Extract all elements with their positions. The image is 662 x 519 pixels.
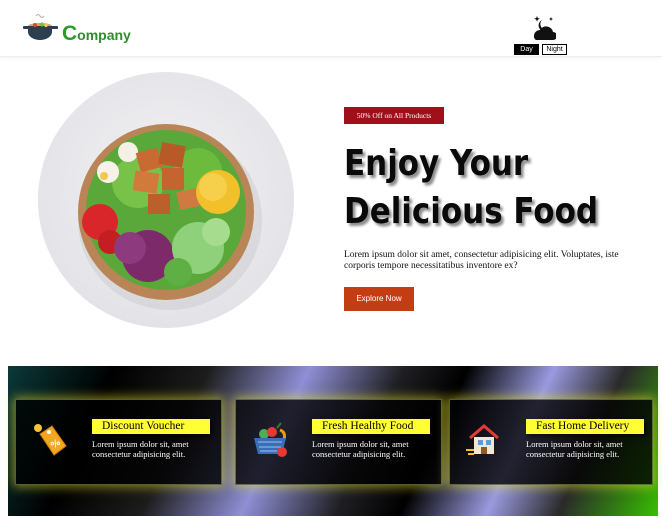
night-mode-button[interactable]: Night	[542, 44, 567, 55]
feature-text: Lorem ipsum dolor sit, amet consectetur …	[92, 439, 189, 459]
feature-card-delivery: Fast Home Delivery Lorem ipsum dolor sit…	[449, 399, 653, 485]
site-header: Company Day Night	[0, 0, 662, 57]
discount-badge: 50% Off on All Products	[344, 107, 444, 124]
day-mode-button[interactable]: Day	[514, 44, 539, 55]
feature-text: Lorem ipsum dolor sit, amet consectetur …	[526, 439, 623, 459]
home-delivery-icon	[464, 420, 504, 460]
feature-card-discount: % Discount Voucher Lorem ipsum dolor sit…	[15, 399, 222, 485]
cooking-pot-icon	[22, 12, 60, 49]
discount-tag-icon: %	[30, 420, 70, 460]
moon-stars-icon	[530, 14, 557, 42]
hero-description: Lorem ipsum dolor sit amet, consectetur …	[344, 250, 619, 271]
feature-title: Fast Home Delivery	[526, 419, 644, 434]
features-section: % Discount Voucher Lorem ipsum dolor sit…	[8, 366, 658, 516]
explore-now-button[interactable]: Explore Now	[344, 287, 414, 311]
feature-title: Fresh Healthy Food	[312, 419, 430, 434]
hero-title: Enjoy Your Delicious Food	[344, 140, 602, 236]
logo-text: Company	[62, 21, 131, 45]
grocery-basket-icon	[250, 420, 290, 460]
theme-switcher: Day Night	[513, 14, 569, 56]
feature-card-fresh-food: Fresh Healthy Food Lorem ipsum dolor sit…	[235, 399, 442, 485]
salad-bowl-image	[38, 72, 294, 328]
logo[interactable]: Company	[22, 12, 131, 49]
hero-title-line2: Delicious Food	[344, 191, 599, 232]
feature-title: Discount Voucher	[92, 419, 210, 434]
hero-title-line1: Enjoy Your	[344, 143, 529, 184]
feature-text: Lorem ipsum dolor sit, amet consectetur …	[312, 439, 409, 459]
